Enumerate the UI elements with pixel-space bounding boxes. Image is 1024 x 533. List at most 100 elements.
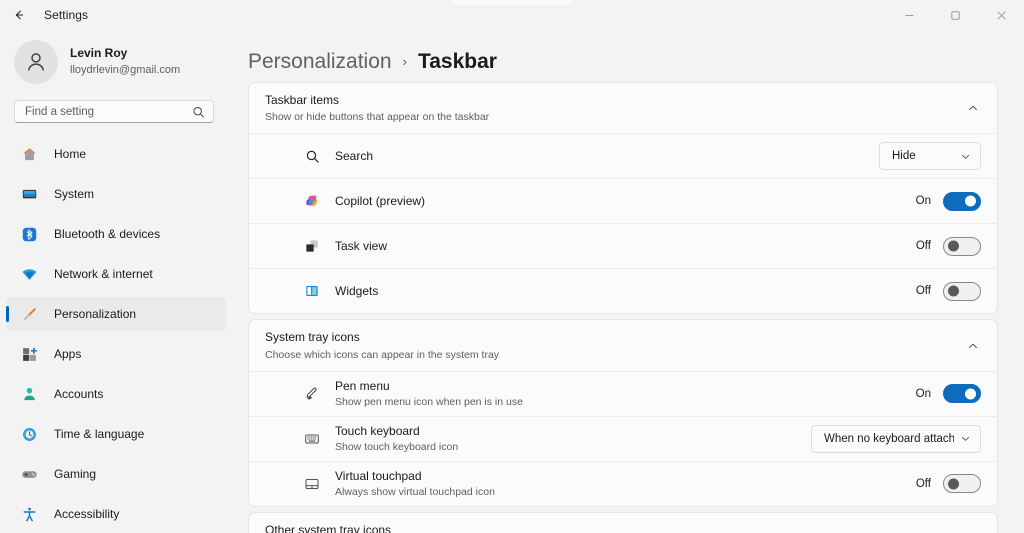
search-icon <box>192 105 205 118</box>
toggle-knob <box>948 478 959 490</box>
row-title: Touch keyboard <box>335 424 420 439</box>
breadcrumb-parent-link[interactable]: Personalization <box>248 50 392 74</box>
sidebar-item-system[interactable]: System <box>6 177 226 211</box>
card-other-system-tray-icons: Other system tray icons Show or hide add… <box>248 511 998 533</box>
content-scrollbar[interactable] <box>1012 82 1018 533</box>
maximize-button[interactable] <box>932 0 978 30</box>
page-title: Taskbar <box>417 50 497 73</box>
search-box[interactable] <box>14 99 214 124</box>
row-control: Off <box>915 281 981 301</box>
account-person-icon <box>20 385 38 403</box>
sidebar-label: Bluetooth & devices <box>54 227 161 242</box>
group-header-system-tray-icons[interactable]: System tray icons Choose which icons can… <box>249 320 997 370</box>
chevron-up-icon[interactable] <box>965 98 981 118</box>
row-title: Search <box>335 149 374 164</box>
settings-cards: Taskbar items Show or hide buttons that … <box>248 82 1024 533</box>
widgets-icon <box>303 282 321 300</box>
settings-window: Settings Levin Roy lloydrlevin@gmail.com… <box>0 0 1024 533</box>
copilot-icon <box>303 192 321 210</box>
window-body: Levin Roy lloydrlevin@gmail.com Find a s… <box>0 30 1024 533</box>
toggle-wrap: Off <box>915 281 981 301</box>
row-touch-keyboard[interactable]: Touch keyboard Show touch keyboard icon … <box>249 417 997 461</box>
back-button[interactable] <box>4 0 34 30</box>
close-button[interactable] <box>978 0 1024 30</box>
account-email: lloydrlevin@gmail.com <box>70 64 181 77</box>
maximize-icon <box>950 10 961 21</box>
toggle-wrap: Off <box>915 474 981 494</box>
sidebar-label: Home <box>54 147 87 162</box>
search-mode-dropdown[interactable]: Hide <box>879 142 981 171</box>
minimize-button[interactable] <box>886 0 932 30</box>
sidebar-item-apps[interactable]: Apps <box>6 337 226 371</box>
row-subtitle: Always show virtual touchpad icon <box>335 486 495 499</box>
row-virtual-touchpad[interactable]: Virtual touchpad Always show virtual tou… <box>249 462 997 506</box>
row-subtitle: Show pen menu icon when pen is in use <box>335 396 523 409</box>
sidebar: Levin Roy lloydrlevin@gmail.com Find a s… <box>0 30 232 533</box>
toggle-state-label: Off <box>915 240 931 253</box>
widgets-toggle[interactable] <box>943 281 981 301</box>
sidebar-item-time-language[interactable]: Time & language <box>6 417 226 451</box>
sidebar-item-bluetooth-devices[interactable]: Bluetooth & devices <box>6 217 226 251</box>
row-widgets[interactable]: Widgets Off <box>249 269 997 313</box>
row-text: Pen menu Show pen menu icon when pen is … <box>335 378 915 409</box>
sidebar-item-accessibility[interactable]: Accessibility <box>6 497 226 531</box>
accessibility-person-icon <box>20 505 38 523</box>
wifi-icon <box>20 265 38 283</box>
toggle-state-label: On <box>915 195 931 208</box>
search-input[interactable] <box>15 100 213 123</box>
copilot-toggle[interactable] <box>943 191 981 211</box>
account-name: Levin Roy <box>70 46 128 61</box>
dropdown-value: When no keyboard attached <box>824 432 954 445</box>
group-header-text: Taskbar items Show or hide buttons that … <box>265 92 965 124</box>
bluetooth-icon <box>20 225 38 243</box>
virtual-touchpad-toggle[interactable] <box>943 474 981 494</box>
chevron-down-icon[interactable] <box>965 528 981 533</box>
sidebar-item-personalization[interactable]: Personalization <box>6 297 226 332</box>
toggle-wrap: On <box>915 191 981 211</box>
apps-grid-icon <box>20 345 38 363</box>
row-text: Touch keyboard Show touch keyboard icon <box>335 423 811 454</box>
sidebar-item-accounts[interactable]: Accounts <box>6 377 226 411</box>
toggle-knob <box>948 285 959 297</box>
pen-menu-toggle[interactable] <box>943 384 981 404</box>
chevron-down-icon <box>960 151 971 162</box>
system-monitor-icon <box>20 185 38 203</box>
row-search[interactable]: Search Hide <box>249 134 997 178</box>
group-header-taskbar-items[interactable]: Taskbar items Show or hide buttons that … <box>249 83 997 133</box>
row-task-view[interactable]: Task view Off <box>249 224 997 268</box>
sidebar-item-network-internet[interactable]: Network & internet <box>6 257 226 291</box>
row-pen-menu[interactable]: Pen menu Show pen menu icon when pen is … <box>249 372 997 416</box>
group-header-text: System tray icons Choose which icons can… <box>265 329 965 361</box>
row-copilot[interactable]: Copilot (preview) On <box>249 179 997 223</box>
row-title: Task view <box>335 239 388 254</box>
sidebar-item-home[interactable]: Home <box>6 137 226 171</box>
clock-globe-icon <box>20 425 38 443</box>
chevron-up-icon[interactable] <box>965 336 981 356</box>
row-title: Widgets <box>335 284 379 299</box>
back-arrow-icon <box>12 8 26 22</box>
sidebar-nav: Home System Bluetooth & devices Network … <box>0 137 232 533</box>
content-pane: Personalization › Taskbar Taskbar items … <box>232 30 1024 533</box>
sidebar-item-gaming[interactable]: Gaming <box>6 457 226 491</box>
sidebar-label: Accounts <box>54 387 104 402</box>
avatar <box>14 39 58 84</box>
search-icon <box>303 147 321 165</box>
task-view-toggle[interactable] <box>943 236 981 256</box>
sidebar-label: Time & language <box>54 427 145 442</box>
account-tile[interactable]: Levin Roy lloydrlevin@gmail.com <box>14 38 232 86</box>
group-subtitle: Choose which icons can appear in the sys… <box>265 348 500 361</box>
sidebar-label: Network & internet <box>54 267 153 282</box>
row-control: On <box>915 191 981 211</box>
home-icon <box>20 145 38 163</box>
toggle-wrap: On <box>915 384 981 404</box>
sidebar-label: Gaming <box>54 467 97 482</box>
group-header-other-system-tray-icons[interactable]: Other system tray icons Show or hide add… <box>249 513 997 533</box>
row-text: Search <box>335 148 879 164</box>
minimize-icon <box>904 10 915 21</box>
paintbrush-icon <box>20 305 38 323</box>
toggle-knob <box>965 195 976 207</box>
row-text: Virtual touchpad Always show virtual tou… <box>335 468 915 499</box>
row-control: Hide <box>879 142 981 171</box>
touch-keyboard-dropdown[interactable]: When no keyboard attached <box>811 424 981 453</box>
row-control: When no keyboard attached <box>811 424 981 453</box>
